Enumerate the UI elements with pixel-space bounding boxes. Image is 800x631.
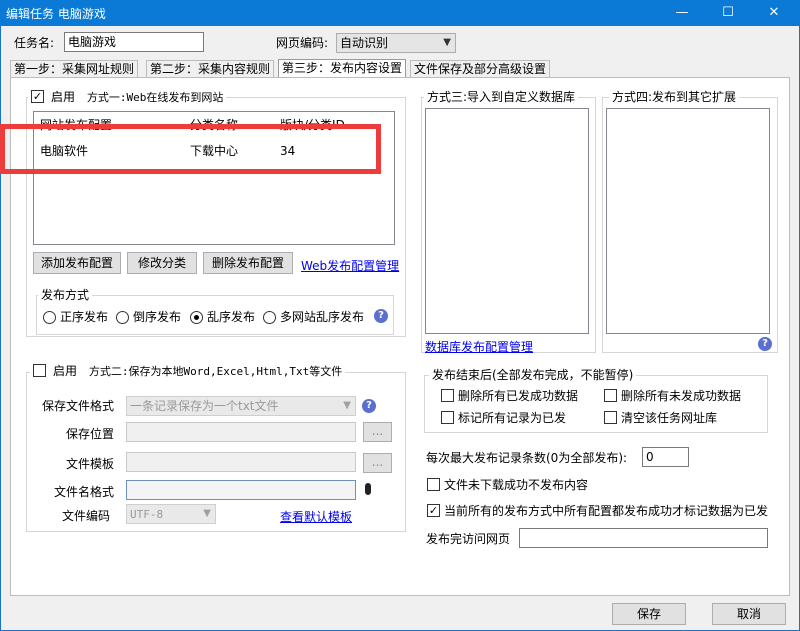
highlight-box [0, 124, 381, 174]
file-encoding-label: 文件编码 [62, 509, 111, 523]
browse-template-button[interactable]: ... [363, 453, 392, 473]
max-records-input[interactable]: 0 [642, 447, 689, 467]
extension-list[interactable] [606, 108, 770, 334]
method2-enable-checkbox[interactable] [33, 364, 46, 377]
skip-if-file-fail-checkbox[interactable] [427, 478, 440, 491]
save-format-select[interactable]: 一条记录保存为一个txt文件 ▼ [126, 396, 356, 416]
mode-label-reverse: 倒序发布 [133, 310, 182, 324]
mode-label-random: 乱序发布 [207, 310, 256, 324]
minimize-button[interactable]: — [662, 0, 702, 26]
visit-after-input[interactable] [519, 528, 768, 548]
mic-icon[interactable] [365, 483, 371, 495]
mode-radio-random[interactable] [190, 311, 203, 324]
page-encoding-label: 网页编码: [276, 36, 329, 50]
database-publish-manage-link[interactable]: 数据库发布配置管理 [425, 338, 533, 355]
mode-label-forward: 正序发布 [60, 310, 109, 324]
mark-all-sent-checkbox[interactable] [441, 411, 454, 424]
file-encoding-select[interactable]: UTF-8 ▼ [126, 504, 216, 524]
chevron-down-icon: ▼ [343, 400, 351, 411]
file-encoding-value: UTF-8 [130, 508, 164, 521]
save-button[interactable]: 保存 [612, 603, 686, 625]
skip-if-file-fail-label: 文件未下载成功不发布内容 [444, 478, 589, 492]
maximize-icon: ☐ [722, 5, 734, 20]
mode-radio-forward[interactable] [43, 311, 56, 324]
method3-title: 方式三:导入到自定义数据库 [424, 90, 579, 104]
tab-step3[interactable]: 第三步：发布内容设置 [278, 59, 407, 78]
add-publish-config-button[interactable]: 添加发布配置 [33, 252, 121, 274]
file-template-input[interactable] [126, 452, 356, 472]
delete-publish-config-button[interactable]: 删除发布配置 [203, 252, 293, 274]
title-bar: 编辑任务 电脑游戏 — ☐ ✕ [0, 0, 800, 26]
page-encoding-value: 自动识别 [340, 36, 389, 50]
after-publish-title: 发布结束后(全部发布完成，不能暂停) [429, 368, 637, 382]
view-default-template-link[interactable]: 查看默认模板 [280, 508, 352, 525]
cancel-button[interactable]: 取消 [712, 603, 786, 625]
file-template-label: 文件模板 [66, 457, 115, 471]
help-icon[interactable]: ? [362, 399, 376, 413]
save-format-label: 保存文件格式 [42, 399, 115, 413]
method1-header: ✓ 启用 方式一:Web在线发布到网站 [28, 90, 227, 105]
visit-after-label: 发布完访问网页 [426, 532, 511, 546]
method1-title: 方式一:Web在线发布到网站 [86, 91, 224, 104]
browse-location-button[interactable]: ... [363, 422, 392, 442]
minimize-icon: — [675, 5, 689, 20]
tab-file-save[interactable]: 文件保存及部分高级设置 [410, 60, 551, 78]
tab-step2[interactable]: 第二步：采集内容规则 [146, 60, 275, 78]
window-title: 编辑任务 电脑游戏 [6, 7, 106, 21]
mode-radio-reverse[interactable] [116, 311, 129, 324]
clear-url-db-label: 清空该任务网址库 [621, 411, 718, 425]
edit-category-button[interactable]: 修改分类 [127, 252, 197, 274]
tab-step1[interactable]: 第一步：采集网址规则 [10, 60, 139, 78]
web-publish-manage-link[interactable]: Web发布配置管理 [301, 257, 399, 274]
delete-success-label: 删除所有已发成功数据 [458, 389, 579, 403]
delete-failed-checkbox[interactable] [604, 389, 617, 402]
filename-format-input[interactable] [126, 480, 356, 500]
save-format-value: 一条记录保存为一个txt文件 [130, 399, 279, 413]
chevron-down-icon: ▼ [203, 508, 211, 519]
mark-only-all-success-label: 当前所有的发布方式中所有配置都发布成功才标记数据为已发 [444, 504, 769, 518]
mode-radio-multisite-random[interactable] [263, 311, 276, 324]
mark-only-all-success-checkbox[interactable]: ✓ [427, 504, 440, 517]
task-name-input[interactable]: 电脑游戏 [64, 32, 204, 52]
filename-format-label: 文件名格式 [54, 485, 115, 499]
clear-url-db-checkbox[interactable] [604, 411, 617, 424]
method2-header: 启用 方式二:保存为本地Word,Excel,Html,Txt等文件 [30, 364, 346, 379]
save-location-label: 保存位置 [66, 427, 115, 441]
close-icon: ✕ [768, 5, 780, 20]
method4-title: 方式四:发布到其它扩展 [609, 90, 740, 104]
page-encoding-select[interactable]: 自动识别 ▼ [336, 33, 456, 53]
mode-label-multisite-random: 多网站乱序发布 [280, 310, 365, 324]
method2-enable-label: 启用 [53, 364, 78, 378]
max-records-label: 每次最大发布记录条数(0为全部发布): [426, 451, 628, 465]
close-button[interactable]: ✕ [754, 0, 794, 26]
delete-success-checkbox[interactable] [441, 389, 454, 402]
save-location-input[interactable] [126, 422, 356, 442]
method1-enable-checkbox[interactable]: ✓ [31, 90, 44, 103]
method1-enable-label: 启用 [51, 90, 76, 104]
publish-mode-title: 发布方式 [38, 288, 93, 302]
help-icon[interactable]: ? [758, 337, 772, 351]
database-config-list[interactable] [425, 108, 589, 334]
delete-failed-label: 删除所有未发成功数据 [621, 389, 742, 403]
task-name-label: 任务名: [14, 36, 55, 50]
maximize-button[interactable]: ☐ [708, 0, 748, 26]
chevron-down-icon: ▼ [443, 37, 451, 48]
help-icon[interactable]: ? [374, 309, 388, 323]
mark-all-sent-label: 标记所有记录为已发 [458, 411, 567, 425]
method2-title: 方式二:保存为本地Word,Excel,Html,Txt等文件 [88, 365, 343, 378]
